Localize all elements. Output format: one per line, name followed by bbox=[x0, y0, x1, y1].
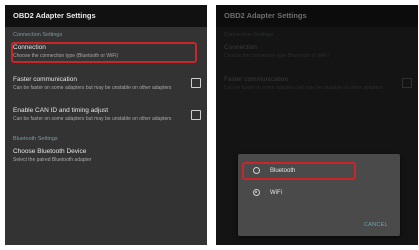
settings-screen-left: OBD2 Adapter Settings Connection Setting… bbox=[5, 5, 207, 245]
connection-setting[interactable]: Connection Choose the connection type (B… bbox=[5, 40, 207, 64]
choose-bluetooth-device-title: Choose Bluetooth Device bbox=[13, 147, 87, 155]
can-id-timing-summary: Can be faster on some adapters but may b… bbox=[13, 116, 172, 122]
settings-screen-right: OBD2 Adapter Settings Connection Setting… bbox=[216, 5, 418, 245]
connection-type-dialog: Bluetooth WiFi CANCEL bbox=[238, 154, 400, 236]
option-wifi-label: WiFi bbox=[270, 190, 282, 196]
choose-bluetooth-device-summary: Select the paired Bluetooth adapter bbox=[13, 156, 92, 163]
cancel-button[interactable]: CANCEL bbox=[364, 222, 388, 228]
connection-title: Connection bbox=[13, 44, 46, 51]
bluetooth-radio-icon[interactable] bbox=[253, 167, 260, 174]
faster-communication-setting[interactable]: Faster communication Can be faster on so… bbox=[5, 72, 207, 96]
can-id-timing-setting[interactable]: Enable CAN ID and timing adjust Can be f… bbox=[5, 103, 207, 127]
faster-communication-title: Faster communication bbox=[13, 75, 77, 83]
option-bluetooth[interactable]: Bluetooth bbox=[242, 162, 392, 180]
option-wifi[interactable]: WiFi bbox=[246, 184, 392, 202]
can-id-timing-checkbox[interactable] bbox=[191, 109, 201, 120]
section-header-bluetooth: Bluetooth Settings bbox=[13, 135, 58, 142]
option-bluetooth-label: Bluetooth bbox=[270, 168, 296, 174]
choose-bluetooth-device-setting[interactable]: Choose Bluetooth Device Select the paire… bbox=[5, 144, 207, 168]
faster-communication-summary: Can be faster on some adapters but may b… bbox=[13, 84, 172, 91]
app-bar-title: OBD2 Adapter Settings bbox=[5, 5, 207, 27]
connection-summary: Choose the connection type (Bluetooth or… bbox=[13, 53, 119, 59]
section-header-connection: Connection Settings bbox=[13, 32, 63, 38]
faster-communication-checkbox[interactable] bbox=[191, 78, 201, 89]
wifi-radio-icon[interactable] bbox=[253, 189, 260, 196]
app-bar-title-dimmed: OBD2 Adapter Settings bbox=[216, 5, 418, 27]
can-id-timing-title: Enable CAN ID and timing adjust bbox=[13, 107, 109, 114]
